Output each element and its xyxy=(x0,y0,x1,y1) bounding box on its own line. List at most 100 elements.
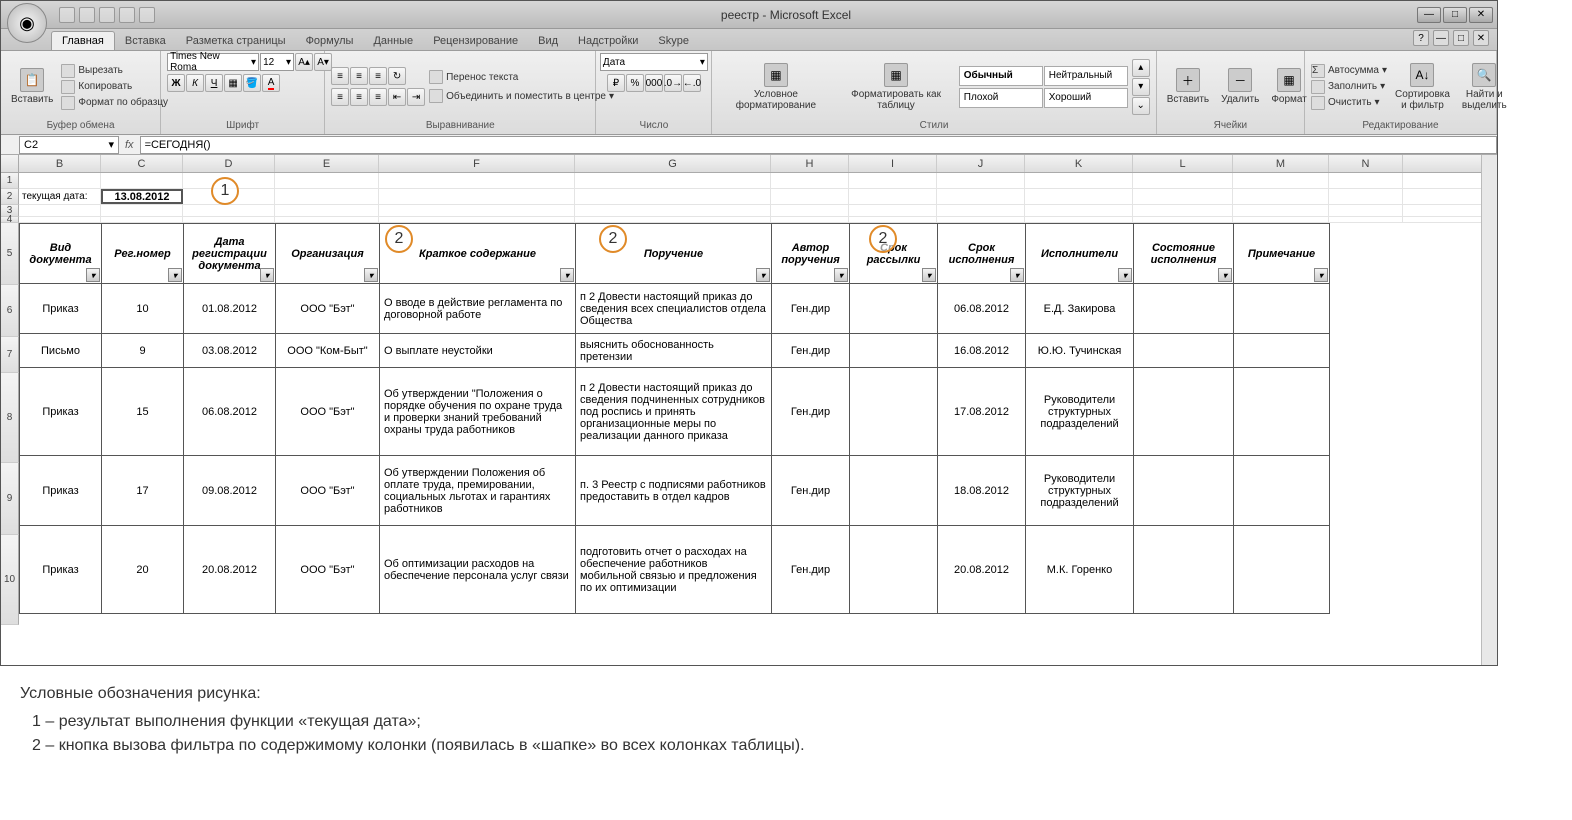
table-header[interactable]: Организация▾ xyxy=(276,224,380,284)
row-header-9[interactable]: 9 xyxy=(1,463,19,535)
table-cell[interactable]: 20 xyxy=(102,526,184,614)
cell[interactable] xyxy=(771,173,849,188)
filter-button[interactable]: ▾ xyxy=(1010,268,1024,282)
table-cell[interactable]: п 2 Довести настоящий приказ до сведения… xyxy=(576,284,772,334)
column-header-F[interactable]: F xyxy=(379,155,575,172)
table-cell[interactable] xyxy=(1134,334,1234,368)
name-box[interactable]: C2▾ xyxy=(19,136,119,154)
autosum-button[interactable]: ΣАвтосумма▾ xyxy=(1311,63,1387,79)
table-cell[interactable]: подготовить отчет о расходах на обеспече… xyxy=(576,526,772,614)
fill-button[interactable]: Заполнить▾ xyxy=(1311,79,1387,95)
cell[interactable] xyxy=(1233,217,1329,222)
table-cell[interactable] xyxy=(1234,334,1330,368)
qat-save-icon[interactable] xyxy=(59,7,75,23)
cell[interactable] xyxy=(937,173,1025,188)
style-good[interactable]: Хороший xyxy=(1044,88,1128,108)
cell[interactable] xyxy=(575,205,771,216)
table-cell[interactable]: Приказ xyxy=(20,526,102,614)
cell[interactable] xyxy=(1025,217,1133,222)
table-cell[interactable]: 16.08.2012 xyxy=(938,334,1026,368)
column-header-D[interactable]: D xyxy=(183,155,275,172)
filter-button[interactable]: ▾ xyxy=(834,268,848,282)
table-cell[interactable]: Письмо xyxy=(20,334,102,368)
cell[interactable] xyxy=(379,173,575,188)
cell[interactable] xyxy=(379,189,575,204)
style-scroll-up[interactable]: ▴ xyxy=(1132,59,1150,77)
table-cell[interactable]: ООО "Бэт" xyxy=(276,368,380,456)
filter-button[interactable]: ▾ xyxy=(560,268,574,282)
restore-window-button[interactable]: □ xyxy=(1453,30,1469,46)
style-normal[interactable]: Обычный xyxy=(959,66,1043,86)
cell[interactable] xyxy=(379,205,575,216)
minimize-button[interactable]: — xyxy=(1417,7,1441,23)
table-header[interactable]: Рег.номер▾ xyxy=(102,224,184,284)
cell[interactable] xyxy=(771,189,849,204)
cell[interactable] xyxy=(849,173,937,188)
table-header[interactable]: Состояние исполнения▾ xyxy=(1134,224,1234,284)
percent-button[interactable]: % xyxy=(626,74,644,92)
cell[interactable] xyxy=(1133,189,1233,204)
decrease-decimal-button[interactable]: ←.0 xyxy=(683,74,701,92)
cell[interactable] xyxy=(1133,217,1233,222)
cell[interactable]: текущая дата: xyxy=(19,189,101,204)
table-cell[interactable] xyxy=(1134,526,1234,614)
table-cell[interactable]: 09.08.2012 xyxy=(184,456,276,526)
table-cell[interactable]: Ген.дир xyxy=(772,334,850,368)
table-header[interactable]: Исполнители▾ xyxy=(1026,224,1134,284)
close-button[interactable]: ✕ xyxy=(1469,7,1493,23)
column-header-G[interactable]: G xyxy=(575,155,771,172)
column-header-M[interactable]: M xyxy=(1233,155,1329,172)
cell[interactable] xyxy=(1329,205,1403,216)
column-header-E[interactable]: E xyxy=(275,155,379,172)
cell[interactable] xyxy=(1233,205,1329,216)
cell[interactable] xyxy=(1133,173,1233,188)
table-cell[interactable]: Приказ xyxy=(20,456,102,526)
tab-data[interactable]: Данные xyxy=(363,32,423,50)
border-button[interactable]: ▦ xyxy=(224,74,242,92)
cell[interactable] xyxy=(1233,189,1329,204)
find-select-button[interactable]: 🔍Найти и выделить xyxy=(1458,61,1511,113)
font-name-select[interactable]: Times New Roma▾ xyxy=(167,53,259,71)
worksheet-grid[interactable]: BCDEFGHIJKLMN 12345678910 текущая дата:1… xyxy=(1,155,1497,665)
table-cell[interactable]: 15 xyxy=(102,368,184,456)
formula-input[interactable]: =СЕГОДНЯ() xyxy=(140,136,1497,154)
cell[interactable] xyxy=(937,189,1025,204)
increase-indent-button[interactable]: ⇥ xyxy=(407,88,425,106)
filter-button[interactable]: ▾ xyxy=(86,268,100,282)
table-cell[interactable] xyxy=(850,368,938,456)
paste-button[interactable]: 📋 Вставить xyxy=(7,66,57,107)
cell[interactable] xyxy=(1233,173,1329,188)
table-cell[interactable]: М.К. Горенко xyxy=(1026,526,1134,614)
cell[interactable] xyxy=(183,217,275,222)
table-cell[interactable]: 9 xyxy=(102,334,184,368)
maximize-button[interactable]: □ xyxy=(1443,7,1467,23)
table-cell[interactable]: 01.08.2012 xyxy=(184,284,276,334)
table-header[interactable]: Дата регистрации документа▾ xyxy=(184,224,276,284)
table-cell[interactable] xyxy=(1234,368,1330,456)
cell[interactable] xyxy=(19,217,101,222)
column-header-C[interactable]: C xyxy=(101,155,183,172)
table-cell[interactable]: п. 3 Реестр с подписями работников предо… xyxy=(576,456,772,526)
table-cell[interactable]: ООО "Бэт" xyxy=(276,284,380,334)
cell[interactable] xyxy=(275,217,379,222)
increase-font-button[interactable]: A▴ xyxy=(295,53,313,71)
align-left-button[interactable]: ≡ xyxy=(331,88,349,106)
table-cell[interactable]: 20.08.2012 xyxy=(938,526,1026,614)
row-header-1[interactable]: 1 xyxy=(1,173,19,189)
bold-button[interactable]: Ж xyxy=(167,74,185,92)
table-header[interactable]: Примечание▾ xyxy=(1234,224,1330,284)
table-header[interactable]: Автор поручения▾ xyxy=(772,224,850,284)
table-cell[interactable]: ООО "Бэт" xyxy=(276,456,380,526)
cell[interactable] xyxy=(1133,205,1233,216)
table-header[interactable]: Срок исполнения▾ xyxy=(938,224,1026,284)
filter-button[interactable]: ▾ xyxy=(168,268,182,282)
table-cell[interactable]: Ген.дир xyxy=(772,368,850,456)
table-cell[interactable] xyxy=(850,526,938,614)
table-cell[interactable]: 20.08.2012 xyxy=(184,526,276,614)
cell[interactable] xyxy=(1329,173,1403,188)
cell[interactable] xyxy=(575,217,771,222)
table-cell[interactable]: Об оптимизации расходов на обеспечение п… xyxy=(380,526,576,614)
table-cell[interactable] xyxy=(1234,456,1330,526)
table-cell[interactable] xyxy=(850,334,938,368)
thousands-button[interactable]: 000 xyxy=(645,74,663,92)
